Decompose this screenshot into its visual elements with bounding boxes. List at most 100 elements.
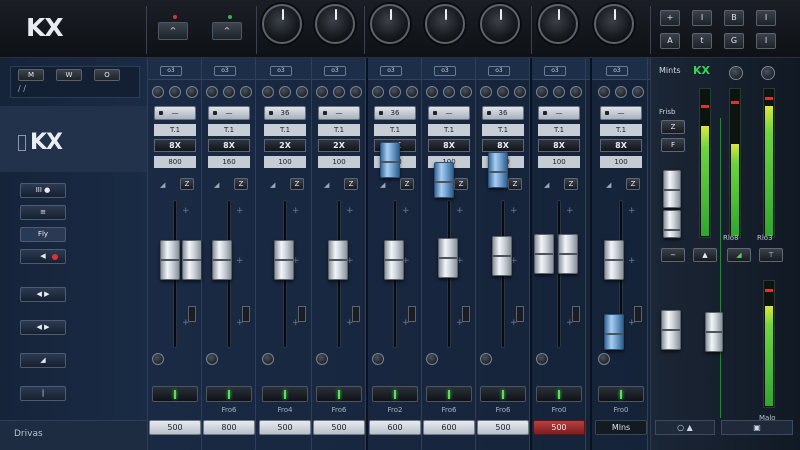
- zoom-button[interactable]: Z: [344, 178, 358, 190]
- master-knob-2[interactable]: [761, 66, 775, 80]
- send-knob-1[interactable]: [152, 86, 164, 98]
- send-knob-2[interactable]: [497, 86, 509, 98]
- top-knob-7[interactable]: [594, 4, 634, 44]
- master-fader-2[interactable]: [663, 210, 681, 238]
- plugin-slot[interactable]: —: [208, 106, 250, 120]
- send-knob-1[interactable]: [206, 86, 218, 98]
- channel-footer[interactable]: 500: [149, 420, 201, 435]
- insert-box[interactable]: [462, 306, 470, 322]
- ratio-button[interactable]: 2X: [264, 139, 306, 152]
- channel-top-label[interactable]: o3: [434, 66, 456, 76]
- channel-fader-selected[interactable]: [380, 142, 400, 178]
- left-button-7[interactable]: ◢: [20, 353, 66, 368]
- pan-knob[interactable]: [598, 353, 610, 365]
- ratio-button[interactable]: 2X: [318, 139, 360, 152]
- channel-footer[interactable]: 600: [423, 420, 475, 435]
- zoom-button[interactable]: Z: [234, 178, 248, 190]
- channel-footer[interactable]: 500: [477, 420, 529, 435]
- send-knob-3[interactable]: [350, 86, 362, 98]
- plugin-slot[interactable]: —: [600, 106, 642, 120]
- channel-fader[interactable]: [328, 240, 348, 280]
- plugin-slot[interactable]: 36: [374, 106, 416, 120]
- channel-top-label[interactable]: o3: [270, 66, 292, 76]
- channel-fader[interactable]: [212, 240, 232, 280]
- insert-box[interactable]: [188, 306, 196, 322]
- left-button-3[interactable]: Fly: [20, 227, 66, 242]
- channel-footer[interactable]: 800: [203, 420, 255, 435]
- send-knob-1[interactable]: [426, 86, 438, 98]
- left-button-5[interactable]: ◀ ▶: [20, 287, 66, 302]
- send-knob-2[interactable]: [443, 86, 455, 98]
- channel-fader[interactable]: [558, 234, 578, 274]
- zoom-button[interactable]: Z: [180, 178, 194, 190]
- send-knob-3[interactable]: [296, 86, 308, 98]
- grid-button-1[interactable]: +: [660, 10, 680, 26]
- mode-button-o[interactable]: O: [94, 69, 120, 81]
- ratio-button[interactable]: 8X: [538, 139, 580, 152]
- plugin-slot[interactable]: —: [428, 106, 470, 120]
- channel-mute-button[interactable]: [372, 386, 418, 402]
- channel-top-label[interactable]: o3: [380, 66, 402, 76]
- channel-top-label[interactable]: o3: [606, 66, 628, 76]
- send-knob-1[interactable]: [262, 86, 274, 98]
- master-fader-4[interactable]: [705, 312, 723, 352]
- master-button-4[interactable]: ▲: [693, 248, 717, 262]
- channel-fader[interactable]: [160, 240, 180, 280]
- ratio-button[interactable]: 8X: [154, 139, 196, 152]
- master-button-2[interactable]: F: [661, 138, 685, 152]
- insert-box[interactable]: [634, 306, 642, 322]
- pan-knob[interactable]: [206, 353, 218, 365]
- send-knob-3[interactable]: [570, 86, 582, 98]
- master-fader-3[interactable]: [661, 310, 681, 350]
- channel-fader[interactable]: [182, 240, 202, 280]
- pan-knob[interactable]: [152, 353, 164, 365]
- send-knob-2[interactable]: [615, 86, 627, 98]
- channel-mute-button[interactable]: [426, 386, 472, 402]
- channel-mute-button[interactable]: [262, 386, 308, 402]
- send-knob-3[interactable]: [240, 86, 252, 98]
- channel-mute-button[interactable]: [152, 386, 198, 402]
- grid-button-2[interactable]: I: [692, 10, 712, 26]
- top-knob-3[interactable]: [370, 4, 410, 44]
- channel-fader[interactable]: [604, 240, 624, 280]
- grid-button-6[interactable]: t: [692, 33, 712, 49]
- send-knob-3[interactable]: [186, 86, 198, 98]
- zoom-button[interactable]: Z: [626, 178, 640, 190]
- plugin-slot[interactable]: 36: [482, 106, 524, 120]
- send-knob-2[interactable]: [169, 86, 181, 98]
- grid-button-3[interactable]: B: [724, 10, 744, 26]
- channel-top-label[interactable]: o3: [324, 66, 346, 76]
- pan-knob[interactable]: [316, 353, 328, 365]
- send-knob-1[interactable]: [536, 86, 548, 98]
- insert-box[interactable]: [408, 306, 416, 322]
- plugin-slot[interactable]: —: [318, 106, 360, 120]
- plugin-slot[interactable]: —: [538, 106, 580, 120]
- pan-knob[interactable]: [426, 353, 438, 365]
- plugin-slot[interactable]: 36: [264, 106, 306, 120]
- send-knob-2[interactable]: [333, 86, 345, 98]
- channel-footer[interactable]: 600: [369, 420, 421, 435]
- top-knob-2[interactable]: [315, 4, 355, 44]
- channel-fader[interactable]: [534, 234, 554, 274]
- send-knob-3[interactable]: [514, 86, 526, 98]
- channel-top-label[interactable]: o3: [488, 66, 510, 76]
- zoom-button[interactable]: Z: [454, 178, 468, 190]
- channel-fader-selected[interactable]: [434, 162, 454, 198]
- channel-fader[interactable]: [384, 240, 404, 280]
- master-fader-1[interactable]: [663, 170, 681, 208]
- ratio-button[interactable]: 8X: [428, 139, 470, 152]
- mode-button-m[interactable]: M: [18, 69, 44, 81]
- left-button-1[interactable]: III ●: [20, 183, 66, 198]
- grid-button-7[interactable]: G: [724, 33, 744, 49]
- top-knob-1[interactable]: [262, 4, 302, 44]
- channel-mute-button[interactable]: [206, 386, 252, 402]
- insert-box[interactable]: [516, 306, 524, 322]
- grid-button-5[interactable]: A: [660, 33, 680, 49]
- channel-mute-button[interactable]: [316, 386, 362, 402]
- plugin-slot[interactable]: —: [154, 106, 196, 120]
- ratio-button[interactable]: 8X: [482, 139, 524, 152]
- channel-fader[interactable]: [438, 238, 458, 278]
- send-knob-1[interactable]: [316, 86, 328, 98]
- ratio-button[interactable]: 8X: [600, 139, 642, 152]
- channel-fader-selected[interactable]: [604, 314, 624, 350]
